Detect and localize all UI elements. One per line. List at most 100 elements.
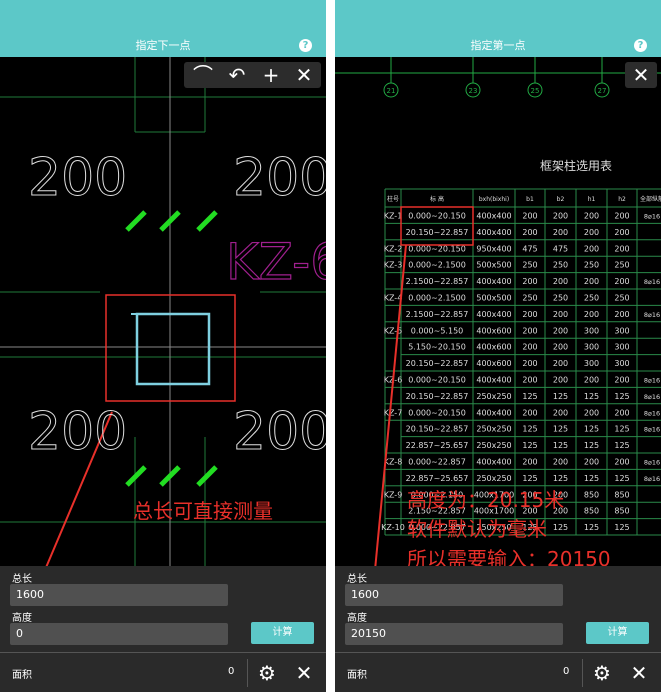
table-cell: 8⌀16 [644,409,660,417]
table-header-cell: 全部纵筋 [640,195,661,203]
table-cell: 475 [522,244,537,253]
table-cell: 125 [614,441,629,450]
column-outline [135,312,211,386]
table-row-label: KZ-5 [384,326,403,335]
table-cell: 200 [553,376,568,385]
measure-form: 总长 1600 高度 20150 计算 [335,566,661,652]
table-cell: 250 [614,261,629,270]
table-cell: 200 [614,408,629,417]
table-cell: 125 [553,425,568,434]
table-cell: 8⌀16 [644,311,660,319]
close-icon[interactable]: ✕ [292,659,316,687]
table-cell: 200 [522,408,537,417]
height-input[interactable]: 0 [10,623,228,645]
gear-icon[interactable]: ⚙ [255,659,279,687]
table-cell: 0.000~20.150 [408,212,466,221]
dim-text-bl: 200 [28,402,127,462]
total-length-label: 总长 [347,574,367,585]
area-value: 0 [228,666,235,677]
table-header-cell: b1 [526,196,534,203]
height-label: 高度 [347,613,367,624]
column-label: KZ-6 [226,233,326,291]
bottom-bar: 面积 0 ⚙ ✕ [335,652,661,692]
table-cell: 500x500 [476,294,511,303]
table-title: 框架柱选用表 [540,159,613,173]
help-icon[interactable]: ? [299,39,312,52]
undo-icon[interactable]: ↶ [220,62,254,88]
calculate-button[interactable]: 计算 [586,622,649,644]
height-input[interactable]: 20150 [345,623,563,645]
table-cell: 850 [584,490,599,499]
rebar-marks [125,210,218,487]
table-cell: 125 [522,425,537,434]
cad-canvas[interactable]: 200 200 200 200 KZ-6 总长可直接测量 [0,57,326,566]
table-row-label: KZ-3 [384,261,403,270]
axis-label: 25 [531,87,540,95]
arc-tool-icon[interactable]: ⌒ [186,62,220,88]
table-cell: 125 [584,392,599,401]
left-screen: 指定下一点 ? 200 200 200 200 KZ- 总长可直接测量 ⌒ ↶ … [0,0,326,692]
table-cell: 200 [553,310,568,319]
table-cell: 200 [553,326,568,335]
table-cell: 2.1500~22.857 [406,277,469,286]
table-cell: 200 [553,277,568,286]
table-cell: 400x400 [476,277,511,286]
total-length-label: 总长 [12,574,32,585]
table-row-label: KZ-9 [384,490,403,499]
table-cell: 125 [584,425,599,434]
dim-text-tl: 200 [28,148,127,208]
table-cell: 200 [584,212,599,221]
table-cell: 300 [614,343,629,352]
table-header-cell: bxh(bixhi) [479,196,509,203]
table-row-label: KZ-4 [384,294,403,303]
table-cell: 250x250 [476,474,511,483]
table-cell: 250 [584,261,599,270]
table-row-label: KZ-1 [384,212,403,221]
table-cell: 300 [584,343,599,352]
table-cell: 250x250 [476,441,511,450]
table-cell: 200 [584,310,599,319]
calculate-button[interactable]: 计算 [251,622,314,644]
table-cell: 400x400 [476,458,511,467]
top-bar: 指定第一点 ? [335,0,661,57]
table-cell: 0.000~5.150 [411,326,464,335]
dim-text-tr: 200 [233,148,326,208]
table-cell: 8⌀16 [644,213,660,221]
close-icon[interactable]: ✕ [625,62,657,88]
table-cell: 200 [614,277,629,286]
measure-annotation: 总长可直接测量 [133,499,273,523]
table-header-cell: h1 [588,196,596,203]
table-cell: 400x400 [476,408,511,417]
annotation-line-1: 高度为：20.15米 [407,488,565,512]
close-icon[interactable]: ✕ [627,659,651,687]
table-cell: 475 [553,244,568,253]
table-cell: 0.000~2.1500 [408,294,466,303]
total-length-input[interactable]: 1600 [345,584,563,606]
table-cell: 200 [584,244,599,253]
gear-icon[interactable]: ⚙ [590,659,614,687]
cad-canvas[interactable]: 21 23 25 27 柱号 标 高 bxh(bixhi) b1 b2 h1 h2 全部纵筋 K… [335,57,661,571]
table-cell: 200 [584,277,599,286]
table-cell: 0.000~2.1500 [408,261,466,270]
table-cell: 20.150~22.857 [406,359,469,368]
table-cell: 8⌀16 [644,377,660,385]
table-cell: 125 [553,474,568,483]
table-cell: 125 [614,425,629,434]
axis-label: 27 [598,87,607,95]
table-cell: 125 [522,441,537,450]
table-cell: 200 [614,376,629,385]
area-label: 面积 [12,670,32,681]
table-row-label: KZ-7 [384,408,403,417]
table-cell: 200 [614,212,629,221]
draw-toolbar: ⌒ ↶ + ✕ [184,62,321,88]
table-cell: 20.150~22.857 [406,392,469,401]
table-cell: 200 [553,343,568,352]
plus-icon[interactable]: + [254,62,288,88]
table-cell: 850 [614,507,629,516]
close-icon[interactable]: ✕ [287,62,321,88]
help-icon[interactable]: ? [634,39,647,52]
table-cell: 125 [584,523,599,532]
total-length-input[interactable]: 1600 [10,584,228,606]
right-screen: 指定第一点 ? 21 23 25 27 柱号 标 高 bxh(bixhi) b1 b2 h… [335,0,661,692]
table-cell: 300 [584,359,599,368]
